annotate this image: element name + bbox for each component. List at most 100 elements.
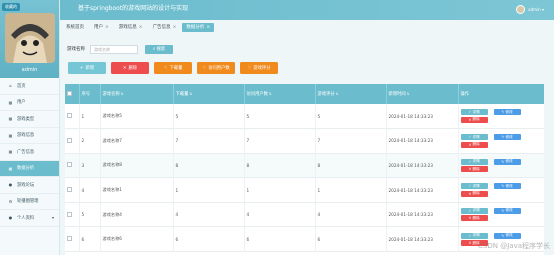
rating-cell: 1 — [315, 177, 387, 203]
avatar — [516, 5, 526, 14]
row-operations: ✓ 详情 ✎ 修改 ✕ 删除 — [460, 183, 544, 197]
row-index: 3 — [79, 153, 101, 178]
close-icon[interactable]: × — [139, 25, 143, 30]
row-delete-button[interactable]: ✕ 删除 — [460, 215, 488, 222]
sidebar-item-label: 游戏类型 — [17, 116, 35, 122]
table-row[interactable]: 1 游戏名称5 5 5 5 2024-01-18 14:33:23 ✓ 详情 ✎ 修改 ✕… — [65, 104, 544, 129]
sidebar-item-users[interactable]: ▦ 用户 — [0, 95, 59, 111]
row-select-cell[interactable] — [65, 153, 80, 178]
sidebar-item-carousel[interactable]: ⚙ 轮播图管理 — [0, 194, 59, 210]
table-row[interactable]: 2 游戏名称7 7 7 7 2024-01-18 14:33:23 ✓ 详情 ✎ 修改 ✕… — [65, 128, 544, 154]
edit-button[interactable]: ✎ 修改 — [493, 183, 521, 190]
row-select-cell[interactable] — [65, 128, 80, 154]
sort-icon[interactable]: ⇅ — [121, 92, 124, 96]
column-header[interactable]: 访问用户数⇅ — [244, 84, 316, 104]
users-chart-button[interactable]: ♡ 访问用户数 — [197, 62, 235, 74]
sidebar-username: admin — [21, 67, 38, 73]
action-bar: + 新增 ✕ 删除 ♡ 下载量 ♡ 访问用户数 ♡ 游戏评分 — [68, 62, 283, 74]
select-all-checkbox[interactable] — [67, 90, 72, 96]
search-button[interactable]: ⌕ 搜索 — [145, 44, 173, 54]
tab-game-info[interactable]: 游戏信息 × — [115, 23, 147, 32]
row-index: 5 — [79, 202, 101, 227]
column-header[interactable]: 新增时间⇅ — [386, 84, 459, 104]
row-delete-button[interactable]: ✕ 删除 — [460, 190, 488, 197]
created-time-cell: 2024-01-18 14:33:23 — [386, 177, 459, 203]
edit-button[interactable]: ✎ 修改 — [493, 109, 521, 116]
row-checkbox[interactable] — [67, 211, 72, 217]
table-row[interactable]: 6 游戏名称6 6 6 6 2024-01-18 14:33:23 ✓ 详情 ✎ 修改 ✕… — [65, 226, 544, 252]
detail-button[interactable]: ✓ 详情 — [460, 207, 488, 214]
table-row[interactable]: 4 游戏名称1 1 1 1 2024-01-18 14:33:23 ✓ 详情 ✎ 修改 ✕… — [65, 177, 544, 203]
row-checkbox[interactable] — [67, 137, 72, 143]
close-icon[interactable]: × — [173, 25, 177, 30]
sidebar-item-profile[interactable]: ● 个人资料 ▾ — [0, 210, 59, 227]
select-all-header[interactable] — [65, 84, 80, 104]
tab-home[interactable]: 系统首页 — [62, 23, 88, 32]
sort-icon[interactable]: ⇅ — [407, 92, 410, 96]
detail-button[interactable]: ✓ 详情 — [460, 109, 488, 116]
column-header[interactable]: 游戏评分⇅ — [315, 84, 387, 104]
delete-button[interactable]: ✕ 删除 — [111, 62, 149, 74]
add-button[interactable]: + 新增 — [68, 62, 106, 74]
row-index: 4 — [79, 177, 101, 203]
sort-icon[interactable]: ⇅ — [189, 92, 192, 96]
sidebar-item-data-analysis[interactable]: ▦ 数据分析 — [0, 160, 59, 177]
column-header[interactable]: 下载量⇅ — [173, 84, 245, 104]
row-select-cell[interactable] — [65, 104, 80, 129]
tab-ads[interactable]: 广告信息 × — [149, 23, 181, 32]
sidebar-item-home[interactable]: ⌂ 首页 — [0, 78, 59, 95]
game-name-cell: 游戏名称5 — [100, 104, 174, 129]
downloads-cell: 5 — [173, 104, 245, 129]
sort-icon[interactable]: ⇅ — [269, 92, 272, 96]
sidebar-item-game-info[interactable]: ▦ 游戏信息 — [0, 128, 59, 144]
row-delete-button[interactable]: ✕ 删除 — [460, 116, 488, 123]
header-user-menu[interactable]: admin ▾ — [516, 5, 544, 14]
sidebar-item-game-types[interactable]: ▦ 游戏类型 — [0, 111, 59, 128]
close-icon[interactable]: × — [105, 25, 109, 30]
row-checkbox[interactable] — [67, 162, 72, 168]
tab-data-analysis[interactable]: 数据分析 × — [182, 22, 215, 32]
row-delete-button[interactable]: ✕ 删除 — [460, 166, 488, 173]
sidebar-item-label: 游戏信息 — [17, 133, 35, 139]
row-checkbox[interactable] — [67, 187, 72, 193]
detail-button[interactable]: ✓ 详情 — [460, 232, 488, 239]
sort-icon[interactable]: ⇅ — [336, 92, 339, 96]
column-header[interactable]: 游戏名称⇅ — [100, 84, 174, 104]
close-icon[interactable]: × — [206, 25, 210, 30]
edit-button[interactable]: ✎ 修改 — [493, 232, 521, 239]
edit-button[interactable]: ✎ 修改 — [493, 158, 521, 165]
downloads-chart-button[interactable]: ♡ 下载量 — [154, 62, 192, 74]
row-select-cell[interactable] — [65, 202, 80, 227]
sidebar-item-forum[interactable]: ● 游戏论坛 — [0, 177, 59, 194]
row-checkbox[interactable] — [67, 113, 72, 119]
sidebar-profile: 收藏的 admin — [0, 0, 59, 78]
table-row[interactable]: 3 游戏名称8 8 8 8 2024-01-18 14:33:23 ✓ 详情 ✎ 修改 ✕… — [65, 153, 544, 178]
row-index: 1 — [79, 104, 101, 129]
sidebar-item-label: 个人资料 — [17, 215, 35, 221]
row-select-cell[interactable] — [65, 226, 80, 252]
collect-badge[interactable]: 收藏的 — [2, 3, 20, 11]
row-operations: ✓ 详情 ✎ 修改 ✕ 删除 — [460, 134, 544, 148]
op-row: ✓ 详情 ✎ 修改 — [460, 207, 544, 214]
operations-cell: ✓ 详情 ✎ 修改 ✕ 删除 — [458, 128, 544, 154]
sidebar-item-label: 用户 — [17, 100, 26, 106]
edit-button[interactable]: ✎ 修改 — [493, 207, 521, 214]
table-row[interactable]: 5 游戏名称4 4 4 4 2024-01-18 14:33:23 ✓ 详情 ✎ 修改 ✕… — [65, 202, 544, 227]
watermark: CSDN @Java程序学长 — [478, 242, 550, 250]
detail-button[interactable]: ✓ 详情 — [460, 158, 488, 165]
edit-button[interactable]: ✎ 修改 — [493, 134, 521, 141]
detail-button[interactable]: ✓ 详情 — [460, 134, 488, 141]
row-delete-button[interactable]: ✕ 删除 — [460, 141, 488, 148]
gear-icon: ⚙ — [8, 198, 13, 204]
sidebar-item-ads[interactable]: ▦ 广告信息 — [0, 144, 59, 161]
row-checkbox[interactable] — [67, 236, 72, 242]
row-select-cell[interactable] — [65, 177, 80, 203]
game-name-cell: 游戏名称7 — [100, 128, 174, 154]
rating-chart-button[interactable]: ♡ 游戏评分 — [240, 62, 278, 74]
search-input[interactable]: 游戏名称 — [90, 44, 138, 54]
tab-users[interactable]: 用户 × — [90, 23, 113, 32]
detail-button[interactable]: ✓ 详情 — [460, 183, 488, 190]
chevron-down-icon: ▾ — [540, 7, 544, 12]
sidebar-item-label: 广告信息 — [17, 149, 35, 155]
grid-icon: ▦ — [8, 99, 13, 105]
